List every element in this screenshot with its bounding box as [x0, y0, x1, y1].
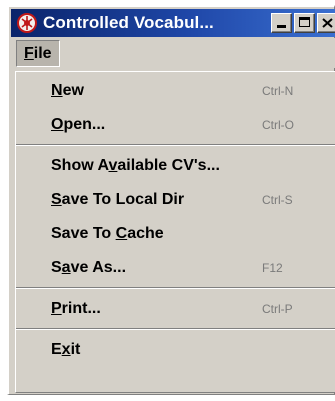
accelerator-text: Ctrl-P — [262, 302, 293, 316]
minimize-icon — [277, 25, 286, 28]
menu-item-new[interactable]: New Ctrl-N — [16, 74, 334, 108]
menu-item-label: Print... — [51, 300, 101, 317]
menu-item-label: Show Available CV's... — [51, 157, 220, 174]
maximize-icon — [299, 17, 310, 27]
menu-item-save-to-cache[interactable]: Save To Cache — [16, 217, 334, 251]
menu-separator — [16, 328, 335, 330]
menu-item-print[interactable]: Print... Ctrl-P — [16, 292, 334, 326]
menu-separator — [16, 144, 335, 146]
menu-item-label: Exit — [51, 341, 81, 358]
menu-file-label: File — [24, 44, 52, 62]
menu-item-exit[interactable]: Exit — [16, 333, 334, 367]
menu-bar: File — [11, 38, 335, 68]
menu-item-label: Save As... — [51, 259, 127, 276]
app-icon[interactable] — [16, 12, 38, 34]
menu-item-show-available-cvs[interactable]: Show Available CV's... — [16, 149, 334, 183]
menu-item-label: Save To Local Dir — [51, 191, 185, 208]
file-dropdown-menu: New Ctrl-N Open... Ctrl-O Show Available… — [15, 71, 335, 393]
accelerator-text: Ctrl-O — [262, 118, 294, 132]
window-title: Controlled Vocabul... — [43, 13, 214, 32]
accelerator-text: Ctrl-N — [262, 84, 294, 98]
menu-separator — [16, 287, 335, 289]
menu-item-save-to-local-dir[interactable]: Save To Local Dir Ctrl-S — [16, 183, 334, 217]
menu-file[interactable]: File — [16, 40, 60, 67]
close-icon — [322, 18, 333, 28]
maximize-button[interactable] — [294, 13, 315, 33]
accelerator-text: Ctrl-S — [262, 193, 293, 207]
app-window: Controlled Vocabul... File New Ctrl-N Op… — [7, 5, 335, 395]
menu-item-save-as[interactable]: Save As... F12 — [16, 251, 334, 285]
menu-item-open[interactable]: Open... Ctrl-O — [16, 108, 334, 142]
menu-item-label: Save To Cache — [51, 225, 164, 242]
menu-item-label: Open... — [51, 116, 106, 133]
close-button[interactable] — [317, 13, 335, 33]
title-bar[interactable]: Controlled Vocabul... — [11, 9, 335, 37]
accelerator-text: F12 — [262, 261, 283, 275]
minimize-button[interactable] — [271, 13, 292, 33]
menu-item-label: New — [51, 82, 84, 99]
